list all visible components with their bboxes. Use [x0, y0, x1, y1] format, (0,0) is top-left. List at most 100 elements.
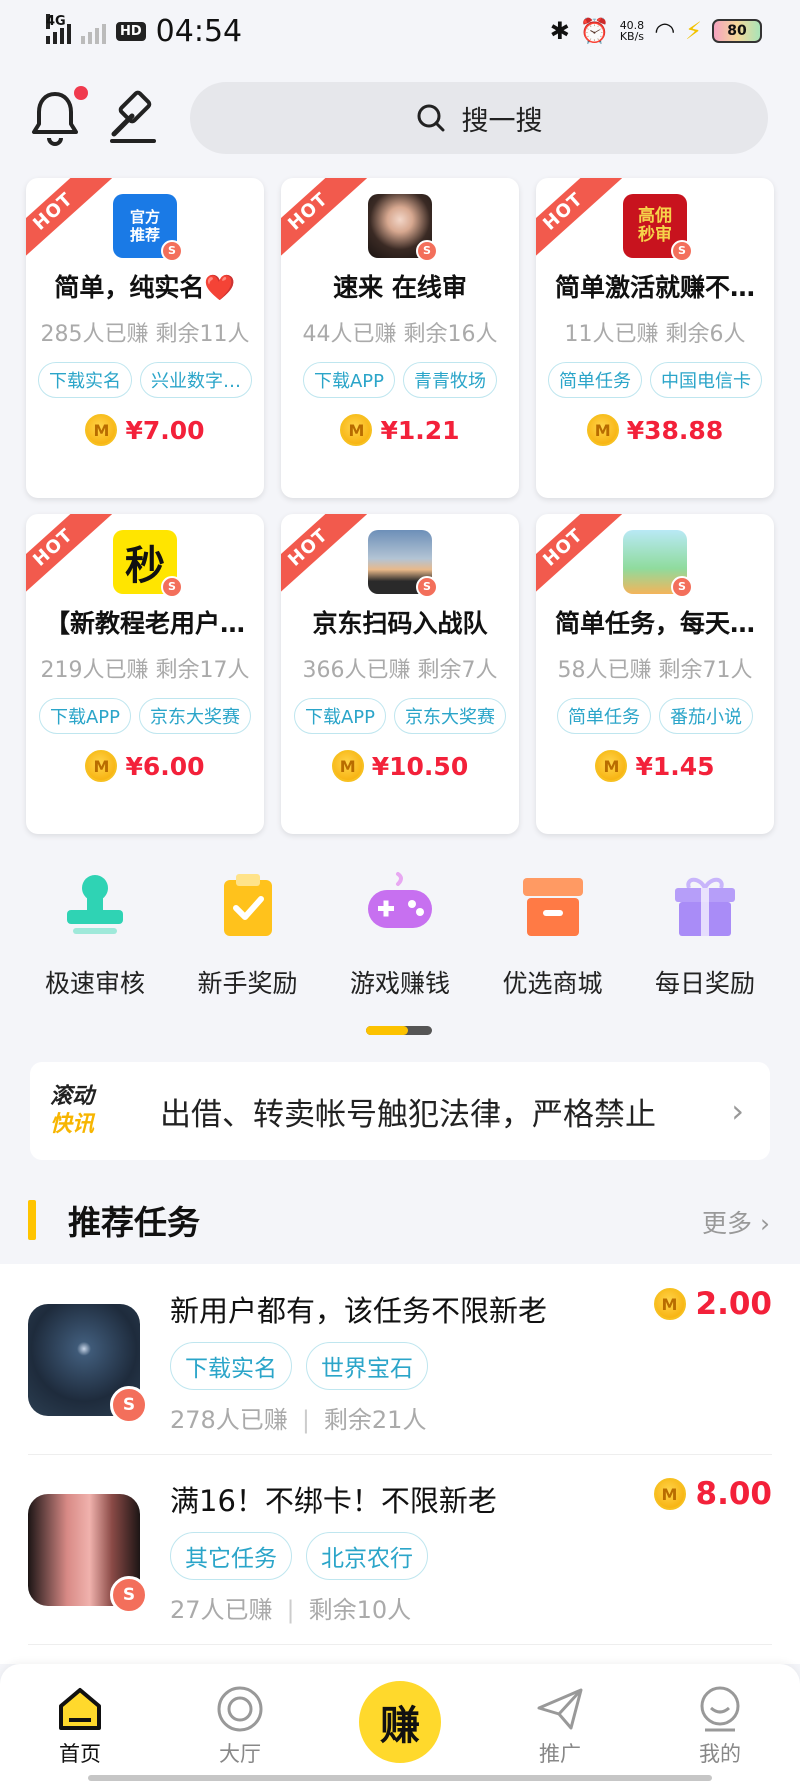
task-thumbnail: S	[623, 530, 699, 606]
coin-icon: M	[85, 750, 118, 782]
news-ticker[interactable]: 滚动 快讯 出借、转卖帐号触犯法律，严格禁止 ›	[30, 1062, 770, 1160]
news-text: 出借、转卖帐号触犯法律，严格禁止	[160, 1096, 656, 1133]
task-tag: 简单任务	[557, 698, 651, 734]
card-price: M ¥6.00	[26, 750, 264, 782]
shortcut-page-indicator	[366, 1026, 432, 1035]
wifi-icon: ◠	[654, 17, 676, 45]
notification-bell-icon[interactable]	[30, 86, 88, 146]
hot-ribbon: HOT	[536, 514, 622, 595]
auction-hammer-icon[interactable]	[104, 88, 162, 146]
shield-badge-icon: S	[671, 576, 693, 598]
target-icon	[215, 1684, 265, 1734]
task-thumbnail: 高佣 秒审 S	[623, 194, 699, 270]
shortcut-fast-review[interactable]: 极速审核	[20, 870, 170, 1000]
tab-hall[interactable]: 大厅	[190, 1684, 290, 1768]
task-thumbnail: S	[368, 194, 444, 270]
bluetooth-icon: ✱	[549, 17, 570, 45]
search-icon	[417, 104, 444, 132]
task-tag: 世界宝石	[306, 1342, 428, 1390]
hot-task-card[interactable]: HOT S 速来 在线审 44人已赚 剩余16人 下载APP 青青牧场 M ¥1.2…	[281, 178, 519, 498]
card-price: M ¥38.88	[536, 414, 774, 446]
gift-icon	[669, 870, 741, 942]
news-logo: 滚动 快讯	[50, 1084, 95, 1137]
task-stats: 278人已赚 | 剩余21人	[170, 1406, 427, 1434]
shortcut-game-earn[interactable]: 游戏赚钱	[325, 870, 475, 1000]
task-tag: 北京农行	[306, 1532, 428, 1580]
task-thumbnail: S	[368, 530, 444, 606]
card-title: 速来 在线审	[333, 273, 467, 302]
task-tag: 中国电信卡	[650, 362, 762, 398]
charging-icon: ⚡	[685, 17, 702, 45]
task-tag: 京东大奖赛	[394, 698, 507, 734]
hot-ribbon: HOT	[281, 514, 367, 595]
task-stats: 27人已赚 | 剩余10人	[170, 1596, 412, 1624]
section-title: 推荐任务	[68, 1203, 200, 1242]
network-speed: 40.8 KB/s	[619, 19, 645, 43]
home-icon	[55, 1684, 105, 1734]
clipboard-check-icon	[212, 870, 284, 942]
coin-icon: M	[340, 414, 373, 446]
divider	[28, 1644, 772, 1645]
shield-badge-icon: S	[416, 576, 438, 598]
card-stats: 219人已赚 剩余17人	[40, 658, 250, 683]
coin-icon: M	[586, 414, 619, 446]
chevron-right-icon: ›	[760, 1209, 770, 1238]
task-tag: 青青牧场	[403, 362, 498, 398]
card-stats: 366人已赚 剩余7人	[302, 658, 498, 683]
battery-indicator: 80	[712, 19, 762, 43]
bottom-tab-bar: 首页 大厅 赚 推广 我的	[0, 1664, 800, 1783]
card-price: M ¥1.21	[281, 414, 519, 446]
card-title: 简单，纯实名❤️	[54, 273, 236, 302]
card-price: M ¥7.00	[26, 414, 264, 446]
task-tag: 下载APP	[38, 698, 132, 734]
smile-profile-icon	[695, 1684, 745, 1734]
coin-icon: M	[85, 414, 118, 446]
card-price: M ¥1.45	[536, 750, 774, 782]
shield-badge-icon: S	[161, 240, 183, 262]
hot-ribbon: HOT	[26, 178, 112, 259]
status-bar: 4G HD 04:54 ✱ ⏰ 40.8 KB/s ◠ ⚡ 80	[0, 0, 800, 62]
alarm-icon: ⏰	[579, 17, 610, 45]
shortcut-mall[interactable]: 优选商城	[478, 870, 628, 1000]
search-bar[interactable]: 搜一搜	[190, 82, 768, 154]
card-title: 【新教程老用户…	[44, 609, 245, 638]
hot-task-card[interactable]: HOT 高佣 秒审 S 简单激活就赚不… 11人已赚 剩余6人 简单任务 中国电信…	[536, 178, 774, 498]
task-thumbnail: 秒 S	[113, 530, 189, 606]
hot-ribbon: HOT	[281, 178, 367, 259]
card-title: 简单激活就赚不…	[554, 273, 755, 302]
card-title: 简单任务，每天…	[554, 609, 755, 638]
shield-badge-icon: S	[416, 240, 438, 262]
tab-home[interactable]: 首页	[30, 1684, 130, 1768]
earn-button[interactable]: 赚	[356, 1678, 444, 1766]
task-price: M 8.00	[653, 1476, 772, 1512]
list-item[interactable]: S 新用户都有，该任务不限新老 M 2.00 下载实名 世界宝石 278人已赚 | 剩余…	[28, 1264, 772, 1454]
list-item[interactable]: S 满16！不绑卡！不限新老 M 8.00 其它任务 北京农行 27人已赚 | 剩余10…	[28, 1454, 772, 1644]
more-link[interactable]: 更多 ›	[702, 1204, 770, 1240]
task-tag: 番茄小说	[659, 698, 753, 734]
shortcut-newbie-reward[interactable]: 新手奖励	[173, 870, 323, 1000]
hot-task-card[interactable]: HOT S 京东扫码入战队 366人已赚 剩余7人 下载APP 京东大奖赛 M ¥1…	[281, 514, 519, 834]
task-tag: 其它任务	[170, 1532, 292, 1580]
signal-2-icon	[81, 18, 106, 44]
task-tag: 简单任务	[548, 362, 642, 398]
gamepad-icon	[364, 870, 436, 942]
hot-task-card[interactable]: HOT S 简单任务，每天… 58人已赚 剩余71人 简单任务 番茄小说 M ¥1.…	[536, 514, 774, 834]
shield-badge-icon: S	[161, 576, 183, 598]
coin-icon: M	[653, 1478, 686, 1510]
task-tag: 兴业数字…	[140, 362, 252, 398]
hot-task-card[interactable]: HOT 秒 S 【新教程老用户… 219人已赚 剩余17人 下载APP 京东大奖赛…	[26, 514, 264, 834]
task-tag: 下载APP	[293, 698, 387, 734]
shield-badge-icon: S	[110, 1386, 148, 1424]
coin-icon: M	[331, 750, 364, 782]
hd-icon: HD	[116, 21, 146, 41]
card-stats: 11人已赚 剩余6人	[564, 322, 746, 347]
tab-promote[interactable]: 推广	[510, 1684, 610, 1768]
shortcut-row: 极速审核 新手奖励 游戏赚钱 优选商城 每日奖励	[20, 870, 780, 1000]
hot-task-grid: HOT 官方 推荐 S 简单，纯实名❤️ 285人已赚 剩余11人 下载实名 兴业…	[26, 178, 776, 834]
hot-task-card[interactable]: HOT 官方 推荐 S 简单，纯实名❤️ 285人已赚 剩余11人 下载实名 兴业…	[26, 178, 264, 498]
task-tag: 京东大奖赛	[139, 698, 252, 734]
hot-ribbon: HOT	[26, 514, 112, 595]
task-tag: 下载实名	[170, 1342, 292, 1390]
tab-mine[interactable]: 我的	[670, 1684, 770, 1768]
shortcut-daily-reward[interactable]: 每日奖励	[630, 870, 780, 1000]
